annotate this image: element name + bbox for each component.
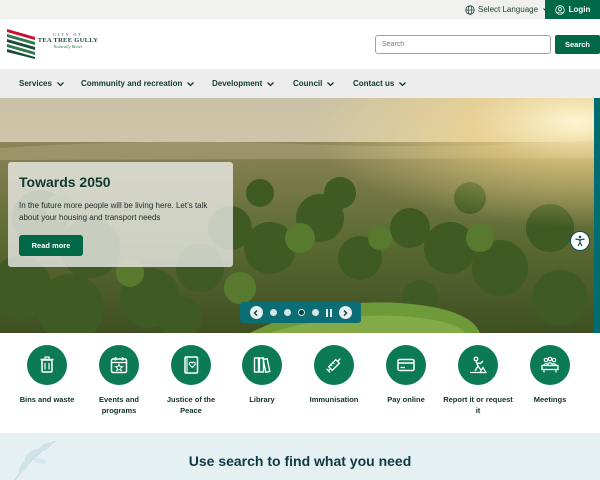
nav-item-development[interactable]: Development xyxy=(212,69,275,98)
chevron-down-icon xyxy=(267,81,275,86)
worker-icon xyxy=(458,345,498,385)
nav-item-contact[interactable]: Contact us xyxy=(353,69,407,98)
globe-icon xyxy=(465,4,475,15)
hero-carousel: Towards 2050 In the future more people w… xyxy=(0,98,594,333)
chevron-down-icon xyxy=(187,81,195,86)
quick-link-bins[interactable]: Bins and waste xyxy=(11,345,83,405)
accessibility-button[interactable] xyxy=(570,231,590,251)
nav-label: Council xyxy=(293,79,323,88)
hero-title: Towards 2050 xyxy=(19,174,111,190)
meeting-icon xyxy=(530,345,570,385)
nav-label: Contact us xyxy=(353,79,395,88)
chevron-down-icon xyxy=(56,81,64,86)
nav-label: Development xyxy=(212,79,263,88)
bin-icon xyxy=(27,345,67,385)
chevron-down-icon xyxy=(327,81,335,86)
top-utility-bar: Select Language Login xyxy=(0,0,600,19)
hero-scrollbar[interactable] xyxy=(594,98,600,333)
quick-links: Bins and waste Events and programs Justi… xyxy=(0,333,600,433)
quick-link-label: Justice of the Peace xyxy=(166,395,216,415)
calendar-star-icon xyxy=(99,345,139,385)
quick-link-label: Events and programs xyxy=(98,395,139,415)
carousel-next-button[interactable] xyxy=(338,306,352,319)
pause-icon[interactable] xyxy=(325,308,332,317)
quick-link-label: Pay online xyxy=(387,395,425,404)
city-logo[interactable]: CITY OF TEA TREE GULLY Naturally Better xyxy=(7,29,107,61)
carousel-dot-2[interactable] xyxy=(283,309,291,316)
logo-wordmark: CITY OF TEA TREE GULLY Naturally Better xyxy=(36,32,100,49)
carousel-controls xyxy=(240,302,361,323)
hero-card: Towards 2050 In the future more people w… xyxy=(8,162,233,267)
user-icon xyxy=(554,4,565,15)
logo-name: TEA TREE GULLY xyxy=(37,37,99,44)
read-more-button[interactable]: Read more xyxy=(19,235,83,256)
nav-item-community[interactable]: Community and recreation xyxy=(81,69,195,98)
carousel-dot-4[interactable] xyxy=(311,309,319,316)
main-navigation: Services Community and recreation Develo… xyxy=(0,69,600,98)
chevron-down-icon xyxy=(399,81,407,86)
chevron-right-icon xyxy=(343,309,348,316)
search-input[interactable] xyxy=(375,35,551,54)
quick-link-events[interactable]: Events and programs xyxy=(83,345,155,416)
quick-link-immunisation[interactable]: Immunisation xyxy=(298,345,370,405)
logo-tagline: Naturally Better xyxy=(53,44,83,49)
carousel-dot-3[interactable] xyxy=(297,309,305,316)
nav-label: Services xyxy=(19,79,52,88)
search-button[interactable]: Search xyxy=(555,35,600,54)
syringe-icon xyxy=(314,345,354,385)
banner-title: Use search to find what you need xyxy=(188,453,412,469)
quick-link-label: Immunisation xyxy=(309,395,359,404)
logo-emblem-icon xyxy=(7,29,35,59)
login-button[interactable]: Login xyxy=(545,0,600,19)
nav-item-council[interactable]: Council xyxy=(293,69,335,98)
chevron-left-icon xyxy=(253,309,258,316)
quick-link-label: Report it or request it xyxy=(443,395,513,415)
language-selector[interactable]: Select Language xyxy=(465,3,551,16)
nav-item-services[interactable]: Services xyxy=(19,69,65,98)
nav-label: Community and recreation xyxy=(81,79,183,88)
quick-link-label: Meetings xyxy=(533,395,567,404)
quick-link-pay[interactable]: Pay online xyxy=(370,345,442,405)
accessibility-icon xyxy=(575,235,585,247)
quick-link-justice[interactable]: Justice of the Peace xyxy=(155,345,227,416)
hero-text: In the future more people will be living… xyxy=(19,201,208,222)
language-label: Select Language xyxy=(478,5,539,14)
quick-link-label: Bins and waste xyxy=(19,395,75,404)
carousel-dot-1[interactable] xyxy=(269,309,277,316)
search-banner: Use search to find what you need xyxy=(0,433,600,480)
quick-link-meetings[interactable]: Meetings xyxy=(514,345,586,405)
quick-link-report[interactable]: Report it or request it xyxy=(442,345,514,416)
quick-link-label: Library xyxy=(249,395,275,404)
credit-card-icon xyxy=(386,345,426,385)
book-heart-icon xyxy=(171,345,211,385)
login-label: Login xyxy=(568,5,591,14)
quick-link-library[interactable]: Library xyxy=(226,345,298,405)
books-icon xyxy=(242,345,282,385)
carousel-prev-button[interactable] xyxy=(249,306,263,319)
